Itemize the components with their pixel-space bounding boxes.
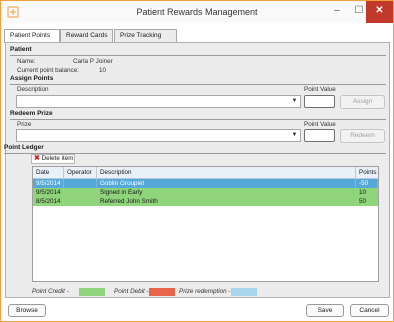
table-row[interactable]: 8/5/2014 Referred John Smith 50 [33, 197, 378, 206]
browse-button[interactable]: Browse [8, 304, 46, 317]
balance-label: Current point balance: [17, 67, 79, 74]
cell-points: 50 [359, 198, 367, 205]
cancel-button[interactable]: Cancel [350, 304, 389, 317]
patient-divider [10, 55, 386, 56]
cell-operator [64, 179, 97, 188]
redeem-prize-divider [10, 119, 386, 120]
legend-credit-label: Point Credit - [32, 288, 69, 295]
legend-credit-swatch [79, 288, 105, 296]
redeem-prize-section-title: Redeem Prize [10, 110, 53, 117]
cell-operator [64, 188, 97, 197]
legend-redemption-label: Prize redemption - [179, 288, 231, 295]
minimize-button[interactable]: – [326, 1, 348, 23]
title-bar[interactable]: Patient Rewards Management – ☐ ✕ [1, 1, 393, 23]
assign-point-value-input[interactable] [304, 95, 335, 108]
point-ledger-section-title: Point Ledger [4, 144, 44, 151]
patient-section-title: Patient [10, 46, 32, 53]
assign-button[interactable]: Assign [340, 95, 385, 109]
cell-points: 10 [359, 189, 367, 196]
column-header-description[interactable]: Description [97, 167, 356, 178]
redeem-point-value-label: Point Value [304, 121, 336, 128]
table-row[interactable]: 9/5/2014 Goblin Grouplet -50 [33, 179, 378, 188]
assign-points-section-title: Assign Points [10, 75, 54, 82]
cell-date: 9/5/2014 [33, 179, 64, 188]
description-dropdown[interactable]: ▼ [16, 95, 301, 108]
column-header-date[interactable]: Date [33, 167, 64, 178]
cell-date: 9/5/2014 [33, 188, 64, 197]
save-button[interactable]: Save [306, 304, 344, 317]
assign-point-value-label: Point Value [304, 86, 336, 93]
cell-description: Goblin Grouplet [97, 179, 356, 188]
tab-reward-cards[interactable]: Reward Cards [60, 29, 113, 42]
legend-debit-label: Point Debit - [114, 288, 149, 295]
delete-item-label: Delete item [41, 155, 74, 162]
chevron-down-icon[interactable]: ▼ [289, 96, 300, 107]
cell-description: Referred John Smith [97, 197, 356, 206]
cell-points: -50 [356, 179, 378, 188]
prize-dropdown[interactable]: ▼ [16, 129, 301, 142]
table-header: Date Operator Description Points [33, 167, 378, 179]
redeem-point-value-input[interactable] [304, 129, 335, 142]
balance-value: 10 [99, 67, 107, 74]
tab-patient-points[interactable]: Patient Points [4, 29, 60, 43]
chevron-down-icon[interactable]: ▼ [289, 130, 300, 141]
cell-description: Signed in Early [97, 188, 356, 197]
table-row[interactable]: 9/5/2014 Signed in Early 10 [33, 188, 378, 197]
cell-operator [64, 197, 97, 206]
description-label: Description [17, 86, 49, 93]
prize-label: Prize [17, 121, 32, 128]
name-value: Carla P Joiner [73, 58, 113, 65]
ledger-table[interactable]: Date Operator Description Points 9/5/201… [32, 166, 379, 282]
legend-redemption-swatch [231, 288, 257, 296]
close-button[interactable]: ✕ [366, 1, 393, 23]
legend-debit-swatch [149, 288, 175, 296]
tab-prize-tracking[interactable]: Prize Tracking [114, 29, 177, 42]
assign-points-divider [10, 84, 386, 85]
column-header-operator[interactable]: Operator [64, 167, 97, 178]
delete-icon: ✖ [34, 155, 40, 162]
column-header-points[interactable]: Points [356, 167, 378, 178]
name-label: Name: [17, 58, 36, 65]
delete-item-button[interactable]: ✖ Delete item [31, 154, 75, 164]
app-window: Patient Rewards Management – ☐ ✕ Patient… [0, 0, 394, 322]
redeem-button[interactable]: Redeem [340, 129, 385, 143]
cell-date: 8/5/2014 [33, 197, 64, 206]
